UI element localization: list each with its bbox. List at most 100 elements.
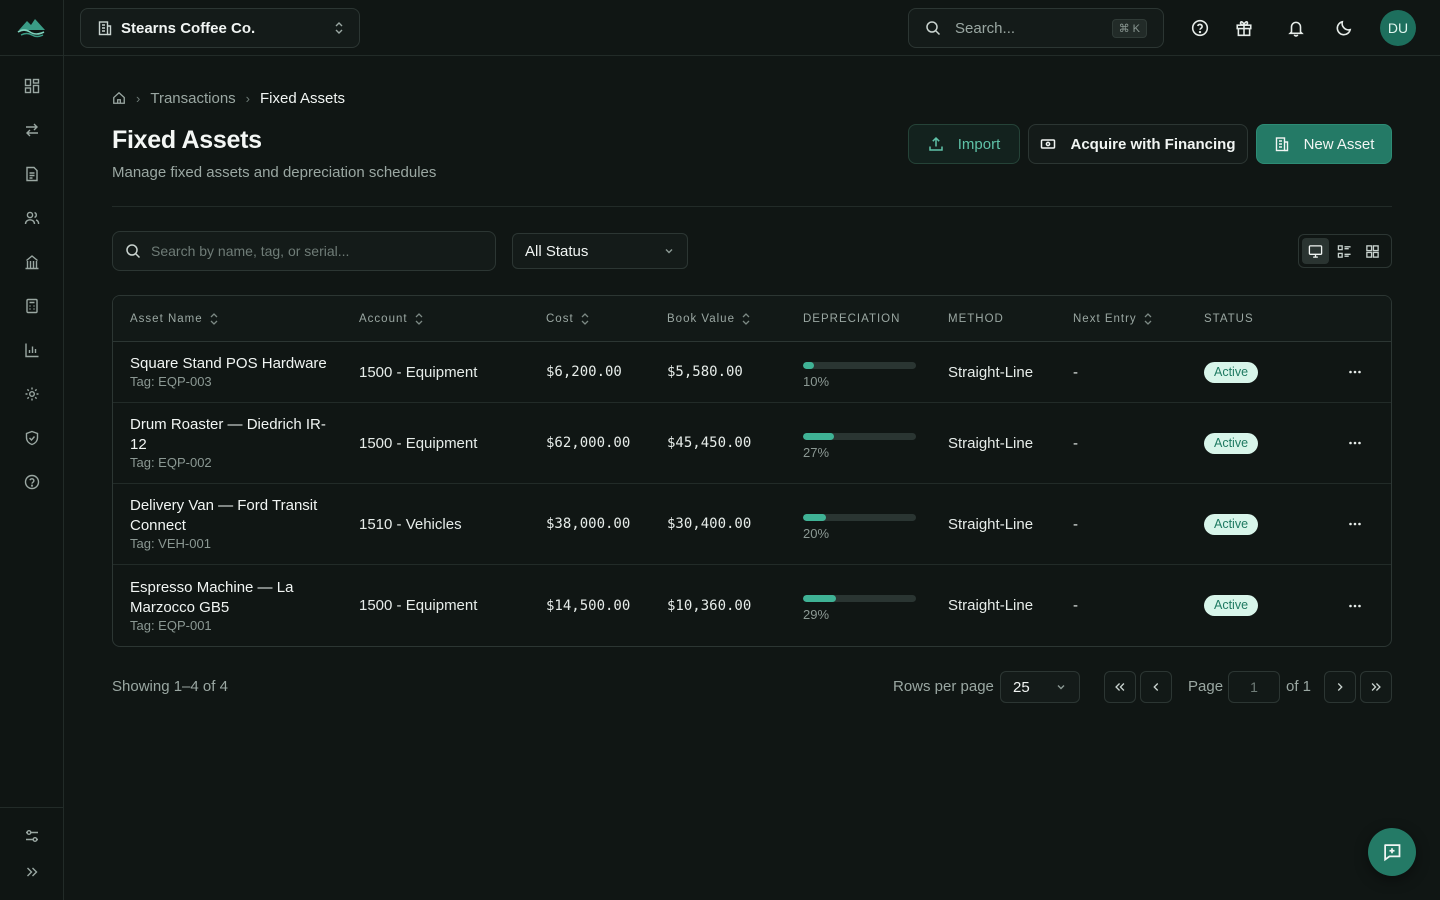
global-search[interactable]: ⌘ K xyxy=(908,8,1164,48)
depreciation-progress-bar xyxy=(803,361,916,369)
sidebar-item-contacts[interactable] xyxy=(0,196,64,240)
column-book-value[interactable]: Book Value xyxy=(667,296,751,342)
breadcrumb-transactions[interactable]: Transactions xyxy=(150,90,235,107)
asset-search-input[interactable] xyxy=(151,243,471,259)
cost-cell: $6,200.00 xyxy=(546,364,622,380)
rows-per-page-value: 25 xyxy=(1013,678,1030,696)
asset-name[interactable]: Delivery Van — Ford Transit xyxy=(130,496,317,516)
sidebar-item-preferences[interactable] xyxy=(0,818,64,854)
asset-name[interactable]: Espresso Machine — La xyxy=(130,578,293,598)
asset-search[interactable] xyxy=(112,231,496,271)
last-page-button[interactable] xyxy=(1360,671,1392,703)
asset-name[interactable]: Square Stand POS Hardware xyxy=(130,354,327,374)
rows-per-page-label: Rows per page xyxy=(893,678,994,695)
depreciation-progress-fill xyxy=(803,432,834,440)
asset-tag: Tag: EQP-001 xyxy=(130,617,212,633)
column-label: STATUS xyxy=(1204,313,1254,325)
row-actions-button[interactable] xyxy=(1347,403,1363,483)
grid-icon xyxy=(1366,244,1379,258)
gift-button[interactable] xyxy=(1230,14,1258,42)
asset-name-continued[interactable]: Marzocco GB5 xyxy=(130,598,229,618)
search-icon xyxy=(126,244,141,259)
asset-name-cell: Drum Roaster — Diedrich IR- 12 Tag: EQP-… xyxy=(130,403,330,483)
view-list-button[interactable] xyxy=(1331,238,1358,264)
upload-icon xyxy=(928,136,943,151)
row-actions-button[interactable] xyxy=(1347,484,1363,564)
asset-name[interactable]: Drum Roaster — Diedrich IR- xyxy=(130,415,326,435)
depreciation-cell: 27% xyxy=(803,403,916,483)
home-icon[interactable] xyxy=(112,91,126,105)
sidebar-item-transactions[interactable] xyxy=(0,108,64,152)
global-search-input[interactable] xyxy=(955,19,1095,37)
theme-toggle-button[interactable] xyxy=(1330,14,1358,42)
arrows-exchange-icon xyxy=(26,123,38,137)
sidebar-item-documents[interactable] xyxy=(0,152,64,196)
page-label: Page xyxy=(1188,678,1224,695)
column-label: METHOD xyxy=(948,313,1004,325)
sidebar-item-reports[interactable] xyxy=(0,328,64,372)
view-grid-button[interactable] xyxy=(1359,238,1386,264)
asset-name-continued[interactable]: Connect xyxy=(130,516,186,536)
help-circle-icon xyxy=(24,474,40,490)
column-depreciation: DEPRECIATION xyxy=(803,296,900,342)
column-account[interactable]: Account xyxy=(359,296,424,342)
gift-icon xyxy=(1236,21,1252,37)
depreciation-progress-fill xyxy=(803,361,815,369)
help-button[interactable] xyxy=(1186,14,1214,42)
book-value-cell: $5,580.00 xyxy=(667,364,743,380)
table-row[interactable]: Square Stand POS Hardware Tag: EQP-003 1… xyxy=(113,342,1391,403)
depreciation-cell: 20% xyxy=(803,484,916,564)
mountain-wave-logo[interactable] xyxy=(16,12,48,40)
table-row[interactable]: Delivery Van — Ford Transit Connect Tag:… xyxy=(113,484,1391,565)
row-actions-button[interactable] xyxy=(1347,565,1363,646)
new-asset-label: New Asset xyxy=(1303,135,1375,153)
moon-icon xyxy=(1336,20,1352,36)
sidebar-expand-button[interactable] xyxy=(0,854,64,890)
breadcrumb: › Transactions › Fixed Assets xyxy=(112,88,345,108)
new-asset-button[interactable]: New Asset xyxy=(1256,124,1392,164)
previous-page-button[interactable] xyxy=(1140,671,1172,703)
account-cell: 1510 - Vehicles xyxy=(359,515,462,533)
import-button[interactable]: Import xyxy=(908,124,1020,164)
account-cell: 1500 - Equipment xyxy=(359,597,478,614)
sidebar-item-settings[interactable] xyxy=(0,372,64,416)
chat-fab-button[interactable] xyxy=(1368,828,1416,876)
more-horizontal-icon xyxy=(1349,522,1361,526)
acquire-with-financing-button[interactable]: Acquire with Financing xyxy=(1028,124,1248,164)
column-next-entry[interactable]: Next Entry xyxy=(1073,296,1153,342)
banknote-icon xyxy=(1041,139,1056,149)
table-row[interactable]: Drum Roaster — Diedrich IR- 12 Tag: EQP-… xyxy=(113,403,1391,484)
book-value-cell: $45,450.00 xyxy=(667,435,752,451)
sidebar-item-accounting[interactable] xyxy=(0,284,64,328)
status-filter-select[interactable]: All Status xyxy=(512,233,688,269)
sidebar-bottom xyxy=(0,818,64,890)
sort-icon xyxy=(415,313,423,325)
sidebar-item-dashboard[interactable] xyxy=(0,64,64,108)
user-avatar[interactable]: DU xyxy=(1380,10,1416,46)
page-number-input[interactable] xyxy=(1228,671,1280,703)
row-actions-button[interactable] xyxy=(1347,342,1363,402)
view-desktop-button[interactable] xyxy=(1302,238,1329,264)
message-square-icon xyxy=(1384,844,1401,862)
notifications-button[interactable] xyxy=(1282,14,1310,42)
sidebar-item-security[interactable] xyxy=(0,416,64,460)
acquire-label: Acquire with Financing xyxy=(1070,135,1236,153)
more-horizontal-icon xyxy=(1349,441,1361,445)
sidebar-item-help[interactable] xyxy=(0,460,64,504)
asset-name-continued[interactable]: 12 xyxy=(130,435,147,455)
column-cost[interactable]: Cost xyxy=(546,296,590,342)
sidebar xyxy=(0,0,64,900)
column-asset-name[interactable]: Asset Name xyxy=(130,296,219,342)
column-label: Account xyxy=(359,313,408,325)
first-page-button[interactable] xyxy=(1104,671,1136,703)
company-switcher[interactable]: Stearns Coffee Co. xyxy=(80,8,360,48)
page-total-label: of 1 xyxy=(1286,678,1312,695)
method-cell: Straight-Line xyxy=(948,363,1034,381)
table-row[interactable]: Espresso Machine — La Marzocco GB5 Tag: … xyxy=(113,565,1391,646)
next-page-button[interactable] xyxy=(1324,671,1356,703)
rows-per-page-select[interactable]: 25 xyxy=(1000,671,1080,703)
sort-icon xyxy=(742,313,750,325)
method-cell: Straight-Line xyxy=(948,434,1034,452)
search-shortcut: ⌘ K xyxy=(1111,18,1147,38)
sidebar-item-banking[interactable] xyxy=(0,240,64,284)
